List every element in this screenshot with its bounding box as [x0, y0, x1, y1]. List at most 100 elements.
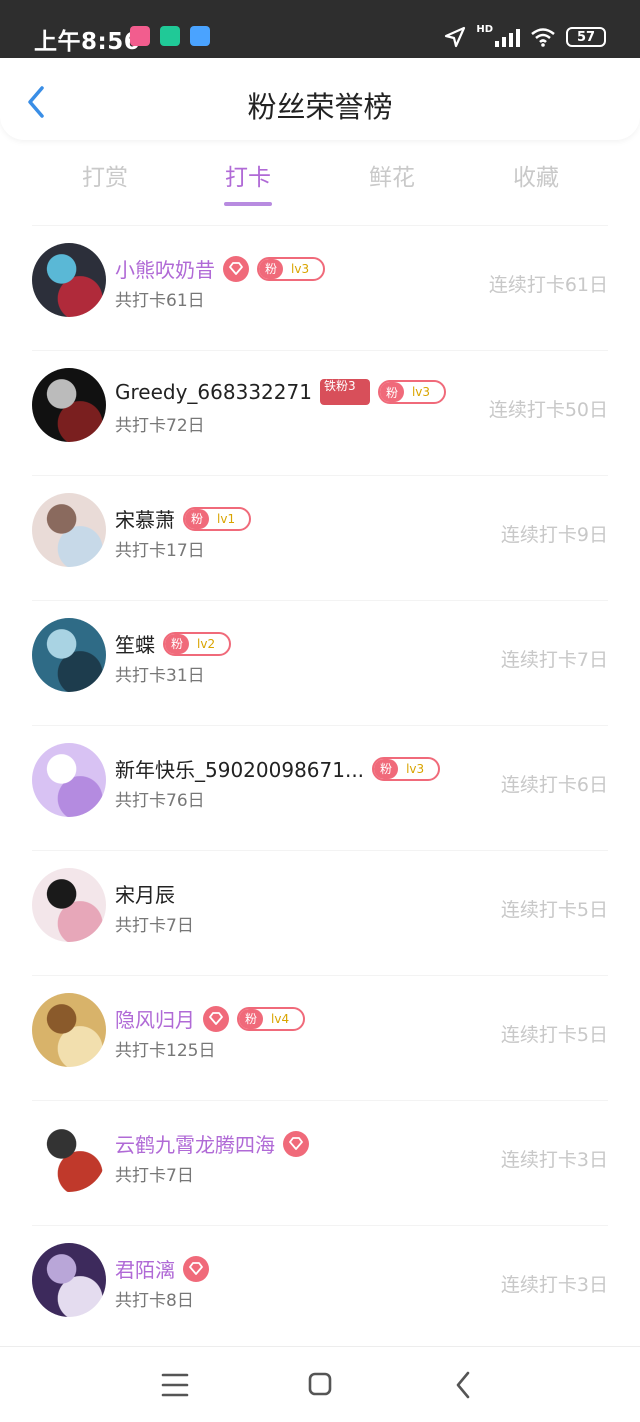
signal-icon — [495, 27, 520, 47]
total-checkin: 共打卡8日 — [115, 1291, 194, 1311]
fan-level-badge: 粉 lv4 — [237, 1006, 306, 1031]
fan-list-item[interactable]: 新年快乐_59020098671... 粉 lv3 共打卡76日 连续打卡6日 — [32, 725, 608, 850]
tab-label: 打卡 — [225, 165, 271, 191]
fan-badge-label: 粉 — [374, 758, 399, 779]
fan-badge-level: lv1 — [217, 511, 236, 526]
fan-name[interactable]: 宋慕萧 — [115, 504, 175, 533]
avatar[interactable] — [32, 368, 106, 442]
page-header: 粉丝荣誉榜 — [0, 58, 640, 140]
name-row: Greedy_668332271 铁粉3 粉 lv3 — [115, 379, 447, 405]
diamond-heart-icon — [203, 1005, 229, 1032]
menu-button[interactable] — [155, 1369, 195, 1401]
fan-list-item[interactable]: 宋慕萧粉 lv1 共打卡17日 连续打卡9日 — [32, 475, 608, 600]
home-square-icon — [308, 1372, 332, 1396]
name-row: 小熊吹奶昔 粉 lv3 — [115, 254, 326, 283]
battery-indicator: 57 — [566, 27, 606, 47]
fan-list-item[interactable]: 君陌漓共打卡8日 连续打卡3日 — [32, 1225, 608, 1350]
back-chevron-icon — [456, 1371, 470, 1399]
streak-checkin: 连续打卡3日 — [500, 1274, 608, 1296]
avatar[interactable] — [32, 1118, 106, 1192]
streak-checkin: 连续打卡6日 — [500, 774, 608, 796]
navigation-notification-icon — [160, 26, 180, 46]
iron-fan-badge: 铁粉3 — [319, 379, 370, 405]
fan-list-item[interactable]: 隐风归月 粉 lv4 共打卡125日 连续打卡5日 — [32, 975, 608, 1100]
fan-badge-level: lv3 — [406, 761, 425, 776]
streak-checkin: 连续打卡7日 — [500, 649, 608, 671]
avatar[interactable] — [32, 243, 106, 317]
diamond-heart-icon — [223, 255, 249, 282]
total-checkin: 共打卡17日 — [115, 541, 205, 561]
home-button[interactable] — [300, 1369, 340, 1401]
status-bar: 上午8:56 HD 57 — [0, 0, 640, 58]
diamond-heart-icon — [183, 1255, 209, 1282]
fan-badge-level: lv4 — [271, 1011, 290, 1026]
status-time: 上午8:56 — [34, 29, 141, 55]
wifi-icon — [531, 28, 555, 47]
tab-active-indicator — [224, 202, 272, 206]
name-row: 君陌漓 — [115, 1254, 209, 1283]
streak-checkin: 连续打卡5日 — [500, 1024, 608, 1046]
total-checkin: 共打卡31日 — [115, 666, 205, 686]
fan-list-item[interactable]: Greedy_668332271 铁粉3 粉 lv3 共打卡72日 连续打卡50日 — [32, 350, 608, 475]
fan-badge-label: 粉 — [379, 382, 404, 402]
fan-badge-level: lv3 — [411, 385, 431, 399]
fan-name[interactable]: 宋月辰 — [115, 879, 175, 908]
tab-reward[interactable]: 打赏 — [55, 158, 155, 192]
total-checkin: 共打卡72日 — [115, 416, 205, 436]
fan-name[interactable]: Greedy_668332271 — [115, 380, 312, 404]
diamond-heart-icon — [283, 1130, 309, 1157]
tab-favorites[interactable]: 收藏 — [486, 158, 586, 192]
streak-checkin: 连续打卡61日 — [488, 274, 608, 296]
avatar[interactable] — [32, 993, 106, 1067]
fan-list-item[interactable]: 云鹤九霄龙腾四海共打卡7日 连续打卡3日 — [32, 1100, 608, 1225]
fan-level-badge: 粉 lv3 — [372, 756, 441, 781]
tab-checkin[interactable]: 打卡 — [198, 158, 298, 206]
fan-badge-label: 粉 — [259, 258, 284, 279]
name-row: 笙蝶粉 lv2 — [115, 629, 232, 658]
fan-name[interactable]: 君陌漓 — [115, 1254, 175, 1283]
fan-list-item[interactable]: 小熊吹奶昔 粉 lv3 共打卡61日 连续打卡61日 — [32, 225, 608, 350]
total-checkin: 共打卡7日 — [115, 1166, 194, 1186]
status-icons: HD 57 — [444, 24, 606, 50]
name-row: 宋慕萧粉 lv1 — [115, 504, 252, 533]
fan-list: 小熊吹奶昔粉 lv3 共打卡61日 连续打卡61日 Greedy_668332271 铁粉… — [0, 225, 640, 1350]
name-row: 云鹤九霄龙腾四海 — [115, 1129, 309, 1158]
fan-name[interactable]: 新年快乐_59020098671... — [115, 754, 364, 783]
name-row: 宋月辰 — [115, 879, 175, 908]
fan-list-item[interactable]: 笙蝶粉 lv2 共打卡31日 连续打卡7日 — [32, 600, 608, 725]
fan-list-item[interactable]: 宋月辰 共打卡7日 连续打卡5日 — [32, 850, 608, 975]
tab-label: 鲜花 — [369, 165, 415, 191]
menu-icon — [161, 1373, 189, 1397]
avatar[interactable] — [32, 1243, 106, 1317]
avatar[interactable] — [32, 743, 106, 817]
fan-badge-label: 粉 — [165, 633, 190, 654]
avatar[interactable] — [32, 868, 106, 942]
fan-name[interactable]: 隐风归月 — [115, 1004, 195, 1033]
fan-level-badge: 粉 lv3 — [377, 380, 447, 404]
name-row: 隐风归月 粉 lv4 — [115, 1004, 306, 1033]
total-checkin: 共打卡125日 — [115, 1041, 216, 1061]
total-checkin: 共打卡76日 — [115, 791, 205, 811]
tab-flowers[interactable]: 鲜花 — [342, 158, 442, 192]
fan-badge-label: 粉 — [185, 508, 210, 529]
streak-checkin: 连续打卡3日 — [500, 1149, 608, 1171]
fan-level-badge: 粉 lv1 — [183, 506, 252, 531]
tab-bar: 打赏 打卡 鲜花 收藏 — [0, 150, 640, 210]
page-title: 粉丝荣誉榜 — [247, 90, 393, 124]
fan-level-badge: 粉 lv3 — [257, 256, 326, 281]
system-nav-bar — [0, 1346, 640, 1422]
fan-badge-level: lv2 — [197, 636, 216, 651]
fan-name[interactable]: 云鹤九霄龙腾四海 — [115, 1129, 275, 1158]
fan-badge-label: 粉 — [239, 1008, 264, 1029]
avatar[interactable] — [32, 493, 106, 567]
name-row: 新年快乐_59020098671... 粉 lv3 — [115, 754, 441, 783]
fan-badge-level: lv3 — [291, 261, 310, 276]
tab-label: 打赏 — [82, 165, 128, 191]
streak-checkin: 连续打卡9日 — [500, 524, 608, 546]
network-type-label: HD — [476, 24, 493, 35]
avatar[interactable] — [32, 618, 106, 692]
system-back-button[interactable] — [444, 1369, 484, 1401]
fan-name[interactable]: 笙蝶 — [115, 629, 155, 658]
fan-name[interactable]: 小熊吹奶昔 — [115, 254, 215, 283]
streak-checkin: 连续打卡50日 — [488, 399, 608, 421]
